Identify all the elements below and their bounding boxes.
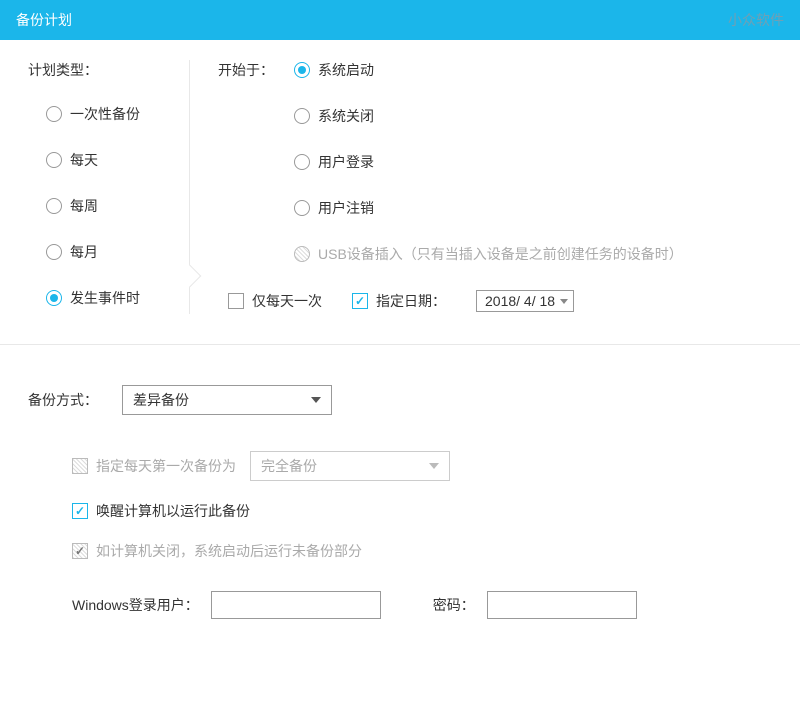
radio-icon [46,152,62,168]
plan-type-daily[interactable]: 每天 [28,150,169,170]
checkbox-icon [352,293,368,309]
wake-computer-checkbox[interactable]: 唤醒计算机以运行此备份 [72,501,772,521]
trigger-label: USB设备插入（只有当插入设备是之前创建任务的设备时） [318,244,683,264]
once-daily-checkbox[interactable]: 仅每天一次 [228,291,322,311]
first-daily-full-value: 完全备份 [261,456,317,476]
chevron-down-icon [429,463,439,469]
checkbox-icon [72,458,88,474]
first-daily-full-select: 完全备份 [250,451,450,481]
first-daily-full-checkbox: 指定每天第一次备份为 完全备份 [72,451,772,481]
titlebar: 备份计划 小众软件 [0,0,800,40]
plan-type-label: 计划类型： [28,60,169,80]
radio-icon [294,62,310,78]
backup-mode-select[interactable]: 差异备份 [122,385,332,415]
password-input[interactable] [487,591,637,619]
radio-icon [294,200,310,216]
radio-icon [46,106,62,122]
trigger-user-logout[interactable]: 用户注销 [294,198,683,218]
trigger-label: 系统启动 [318,60,374,80]
trigger-system-start[interactable]: 系统启动 [294,60,683,80]
backup-mode-label: 备份方式： [28,390,98,410]
trigger-label: 用户注销 [318,198,374,218]
plan-type-once[interactable]: 一次性备份 [28,104,169,124]
trigger-label: 系统关闭 [318,106,374,126]
once-daily-label: 仅每天一次 [252,291,322,311]
wake-computer-label: 唤醒计算机以运行此备份 [96,501,250,521]
windows-user-label: Windows登录用户： [72,595,199,615]
plan-type-option-label: 每月 [70,242,98,262]
radio-icon [46,198,62,214]
backup-options-panel: 备份方式： 差异备份 指定每天第一次备份为 完全备份 唤醒计算机以运行此备份 如… [0,345,800,639]
resume-after-boot-label: 如计算机关闭，系统启动后运行未备份部分 [96,541,362,561]
plan-type-weekly[interactable]: 每周 [28,196,169,216]
radio-icon [294,108,310,124]
backup-mode-value: 差异备份 [133,390,189,410]
specify-date-label: 指定日期： [376,291,446,311]
trigger-column: 开始于： 系统启动 系统关闭 用户登录 用户注销 [190,60,800,314]
chevron-down-icon [311,397,321,403]
brand-label: 小众软件 [728,0,784,40]
trigger-usb-insert: USB设备插入（只有当插入设备是之前创建任务的设备时） [294,244,683,264]
radio-icon [294,246,310,262]
checkbox-icon [72,503,88,519]
radio-icon [294,154,310,170]
radio-icon [46,290,62,306]
checkbox-icon [72,543,88,559]
resume-after-boot-checkbox: 如计算机关闭，系统启动后运行未备份部分 [72,541,772,561]
trigger-system-shutdown[interactable]: 系统关闭 [294,106,683,126]
plan-type-option-label: 一次性备份 [70,104,140,124]
schedule-panel: 计划类型： 一次性备份 每天 每周 每月 发生事件时 开始于： [0,40,800,345]
checkbox-icon [228,293,244,309]
window-title: 备份计划 [16,0,72,40]
first-daily-full-label: 指定每天第一次备份为 [96,456,236,476]
plan-type-option-label: 每周 [70,196,98,216]
radio-icon [46,244,62,260]
date-value: 2018/ 4/ 18 [485,293,555,309]
plan-type-option-label: 发生事件时 [70,288,140,308]
date-picker[interactable]: 2018/ 4/ 18 [476,290,574,312]
start-at-label: 开始于： [218,60,274,80]
plan-type-on-event[interactable]: 发生事件时 [28,288,169,308]
specify-date-checkbox[interactable]: 指定日期： [352,291,446,311]
password-label: 密码： [433,595,475,615]
plan-type-option-label: 每天 [70,150,98,170]
trigger-label: 用户登录 [318,152,374,172]
plan-type-column: 计划类型： 一次性备份 每天 每周 每月 发生事件时 [0,60,190,314]
windows-user-input[interactable] [211,591,381,619]
trigger-user-login[interactable]: 用户登录 [294,152,683,172]
plan-type-monthly[interactable]: 每月 [28,242,169,262]
